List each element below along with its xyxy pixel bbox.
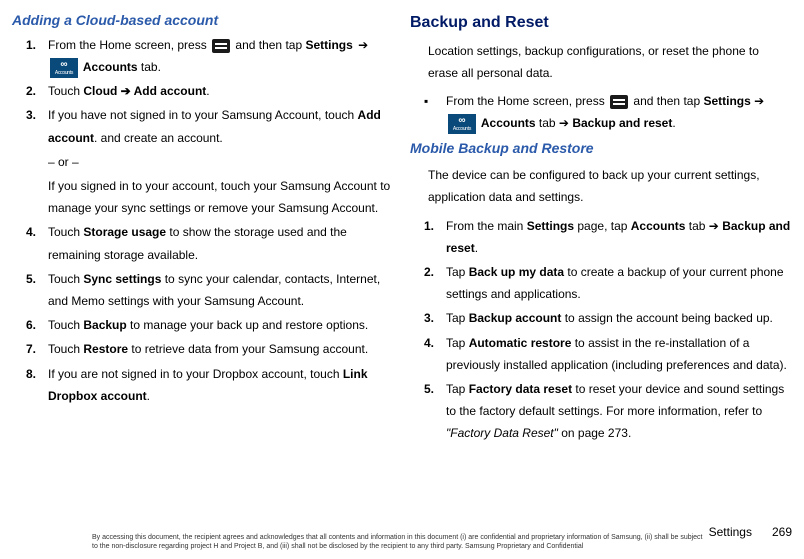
step-2: 2. Touch Cloud ➔ Add account. bbox=[12, 80, 394, 102]
m-step-3: 3. Tap Backup account to assign the acco… bbox=[410, 307, 792, 329]
step-4: 4. Touch Storage usage to show the stora… bbox=[12, 221, 394, 265]
right-column: Backup and Reset Location settings, back… bbox=[410, 8, 792, 519]
step-7: 7. Touch Restore to retrieve data from y… bbox=[12, 338, 394, 360]
m-step-1: 1. From the main Settings page, tap Acco… bbox=[410, 215, 792, 259]
page-footer: By accessing this document, the recipien… bbox=[12, 525, 792, 551]
page-number: Settings 269 bbox=[709, 525, 792, 551]
m-step-4: 4. Tap Automatic restore to assist in th… bbox=[410, 332, 792, 376]
heading-backup-reset: Backup and Reset bbox=[410, 8, 792, 38]
backup-intro: Location settings, backup configurations… bbox=[410, 40, 792, 84]
heading-cloud-account: Adding a Cloud-based account bbox=[12, 8, 394, 34]
step-3-alt: If you signed in to your account, touch … bbox=[12, 175, 394, 219]
menu-key-icon bbox=[610, 95, 628, 109]
mobile-intro: The device can be configured to back up … bbox=[410, 164, 792, 208]
left-column: Adding a Cloud-based account 1. From the… bbox=[12, 8, 394, 519]
accounts-icon bbox=[448, 114, 476, 134]
bullet-from-home: ▪ From the Home screen, press and then t… bbox=[410, 90, 792, 134]
m-step-5: 5. Tap Factory data reset to reset your … bbox=[410, 378, 792, 445]
m-step-2: 2. Tap Back up my data to create a backu… bbox=[410, 261, 792, 305]
menu-key-icon bbox=[212, 39, 230, 53]
step-3-or: – or – bbox=[12, 151, 394, 173]
heading-mobile-backup: Mobile Backup and Restore bbox=[410, 136, 792, 162]
step-6: 6. Touch Backup to manage your back up a… bbox=[12, 314, 394, 336]
step-8: 8. If you are not signed in to your Drop… bbox=[12, 363, 394, 407]
step-3: 3. If you have not signed in to your Sam… bbox=[12, 104, 394, 148]
accounts-icon bbox=[50, 58, 78, 78]
step-5: 5. Touch Sync settings to sync your cale… bbox=[12, 268, 394, 312]
legal-text: By accessing this document, the recipien… bbox=[12, 534, 709, 551]
step-1: 1. From the Home screen, press and then … bbox=[12, 34, 394, 78]
